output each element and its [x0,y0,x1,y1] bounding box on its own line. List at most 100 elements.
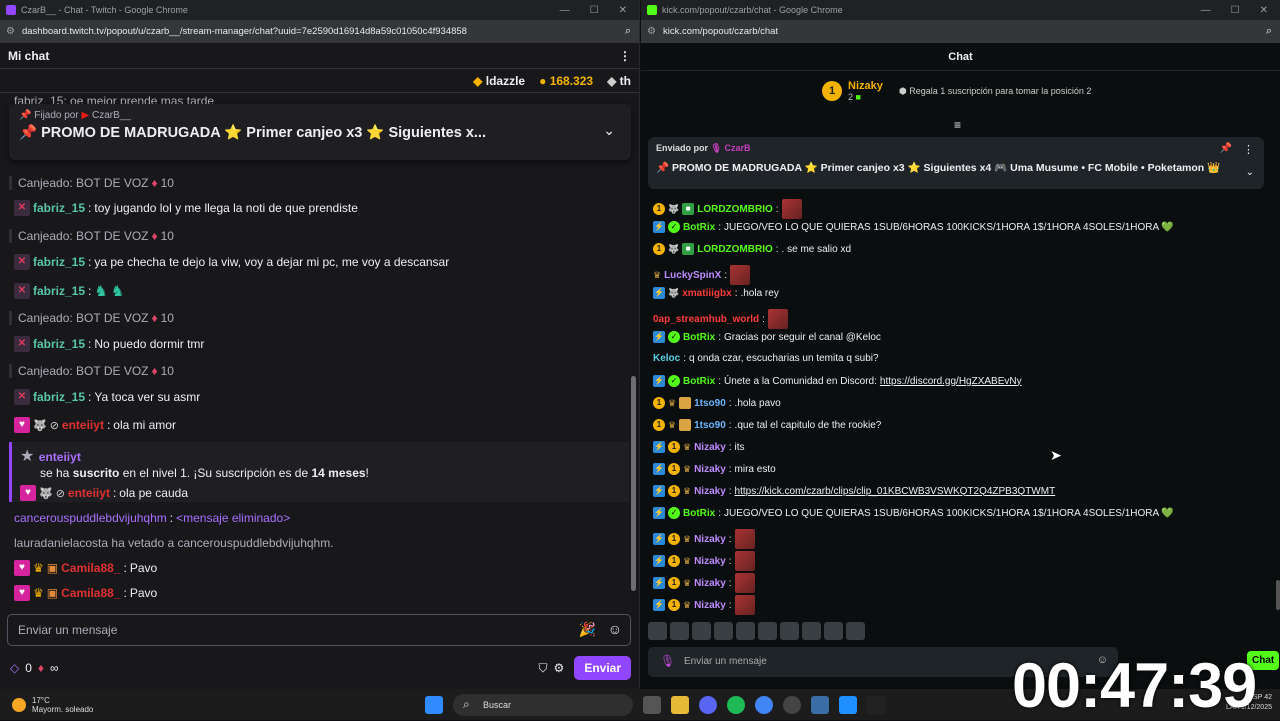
epic-games-icon[interactable] [867,696,885,714]
leaderboard-entry-2[interactable]: ◆ th [607,74,631,88]
taskbar-search[interactable]: Buscar [453,694,633,716]
channel-points-icon[interactable]: ♦ [38,661,44,675]
emote-bar [648,622,865,640]
username[interactable]: enteiiyt [68,486,110,500]
right-window-controls[interactable]: — ☐ ✕ [1201,5,1280,16]
emote-9-icon[interactable] [824,622,843,640]
emote-10-icon[interactable] [846,622,865,640]
bits-icon[interactable]: ◇ [10,661,19,675]
kick-username[interactable]: 1tso90 [694,420,726,431]
kick-username[interactable]: BotRix [683,508,715,519]
maximize-icon[interactable]: ☐ [1231,5,1240,16]
kick-username[interactable]: xmatiiigbx [682,288,731,299]
chat-input[interactable]: Enviar un mensaje 🎉 ☺ [7,614,631,646]
emote-6-icon[interactable] [758,622,777,640]
kick-pinned-message[interactable]: Enviado por 🎙 CzarB 📌 PROMO DE MADRUGADA… [648,137,1264,189]
kick-message-link[interactable]: https://kick.com/czarb/clips/clip_01KBCW… [735,486,1056,497]
party-icon[interactable]: 🎉 [579,621,596,638]
emote-2-icon[interactable] [670,622,689,640]
kick-username[interactable]: Nizaky [694,534,726,545]
kick-username[interactable]: BotRix [683,222,715,233]
zoom-icon[interactable]: ⌕ [625,25,631,38]
kick-username[interactable]: 0ap_streamhub_world [653,314,759,325]
close-icon[interactable]: ✕ [619,5,627,16]
kick-username[interactable]: Nizaky [694,600,726,611]
task-view-icon[interactable] [643,696,661,714]
settings-icon[interactable]: ⚙ [554,661,565,675]
emote-8-icon[interactable] [802,622,821,640]
chevron-down-icon[interactable]: ⌄ [603,122,615,139]
chat-scrollbar[interactable] [631,94,636,612]
username[interactable]: fabriz_15 [33,284,85,298]
left-address-bar[interactable]: ⚙ dashboard.twitch.tv/popout/u/czarb__/s… [0,20,639,43]
username[interactable]: fabriz_15 [33,255,85,269]
kick-username[interactable]: Nizaky [694,486,726,497]
sub-username[interactable]: enteiiyt [39,450,81,464]
pin-icon[interactable]: 📌 [1220,143,1232,154]
send-button[interactable]: Enviar [574,656,631,680]
username[interactable]: fabriz_15 [33,337,85,351]
kick-username[interactable]: LORDZOMBRIO [697,204,773,215]
username[interactable]: enteiiyt [62,418,104,432]
kick-username[interactable]: BotRix [683,376,715,387]
username[interactable]: Camila88_ [61,561,120,575]
emote-4-icon[interactable] [714,622,733,640]
kick-username[interactable]: LORDZOMBRIO [697,244,773,255]
left-url[interactable]: dashboard.twitch.tv/popout/u/czarb__/str… [22,26,625,37]
minimize-icon[interactable]: — [560,5,570,16]
chat-line: ✕ fabriz_15: Ya toca ver su asmr [14,389,200,405]
spotify-icon[interactable] [727,696,745,714]
kick-username[interactable]: Nizaky [694,578,726,589]
emote-5-icon[interactable] [736,622,755,640]
windows-start-icon[interactable] [425,696,443,714]
minimize-icon[interactable]: — [1201,5,1211,16]
mic-icon[interactable]: 🎙 [660,654,675,668]
infinity-label: ∞ [50,661,59,675]
kick-username[interactable]: Nizaky [694,442,726,453]
obs-icon[interactable] [783,696,801,714]
scroll-thumb[interactable] [631,376,636,591]
kick-message-link[interactable]: https://discord.gg/HgZXABEvNy [880,376,1022,387]
emote-icon: ♞ [110,283,125,300]
notepad-icon[interactable] [839,696,857,714]
emote-1-icon[interactable] [648,622,667,640]
leader-name[interactable]: Nizaky [848,80,883,92]
kick-username[interactable]: Nizaky [694,464,726,475]
more-options-icon[interactable]: ⋮ [1243,143,1254,156]
kick-username[interactable]: LuckySpinX [664,270,721,281]
kick-scrollbar[interactable] [1276,580,1280,610]
emote-7-icon[interactable] [780,622,799,640]
emote-3-icon[interactable] [692,622,711,640]
gift-cta[interactable]: ⬢ Regala 1 suscripción para tomar la pos… [899,86,1091,97]
username[interactable]: fabriz_15 [33,390,85,404]
more-options-icon[interactable]: ⋮ [619,49,631,63]
collapse-icon[interactable]: ≡ [954,118,961,132]
left-window-controls[interactable]: — ☐ ✕ [560,5,639,16]
chevron-down-icon[interactable]: ⌄ [1246,167,1254,178]
chrome-icon[interactable] [755,696,773,714]
right-address-bar[interactable]: ⚙ kick.com/popout/czarb/chat ⌕ [641,20,1280,43]
kick-username[interactable]: Nizaky [694,556,726,567]
leaderboard-entry[interactable]: ◆ ldazzle [473,74,525,88]
shield-icon[interactable]: ⛉ [539,661,548,676]
username[interactable]: Camila88_ [61,586,120,600]
right-url[interactable]: kick.com/popout/czarb/chat [663,26,1266,37]
discord-icon[interactable] [699,696,717,714]
username[interactable]: fabriz_15 [33,201,85,215]
site-info-icon[interactable]: ⚙ [647,26,656,37]
calculator-icon[interactable] [811,696,829,714]
weather-widget[interactable]: 17°C Mayorm. soleado [12,696,93,714]
kick-username[interactable]: 1tso90 [694,398,726,409]
maximize-icon[interactable]: ☐ [590,5,599,16]
redeem-cost: 10 [160,176,174,190]
file-explorer-icon[interactable] [671,696,689,714]
username[interactable]: cancerouspuddlebdvijuhqhm [14,511,167,525]
close-icon[interactable]: ✕ [1260,5,1268,16]
emote-picker-icon[interactable]: ☺ [608,621,622,637]
kick-username[interactable]: Keloc [653,353,680,364]
pinned-message[interactable]: 📌 Fijado por ▶ CzarB__ 📌 PROMO DE MADRUG… [9,104,631,160]
redeem-row: Canjeado: BOT DE VOZ ♦ 10 [9,311,625,325]
site-info-icon[interactable]: ⚙ [6,26,15,37]
kick-username[interactable]: BotRix [683,332,715,343]
zoom-icon[interactable]: ⌕ [1266,25,1272,38]
